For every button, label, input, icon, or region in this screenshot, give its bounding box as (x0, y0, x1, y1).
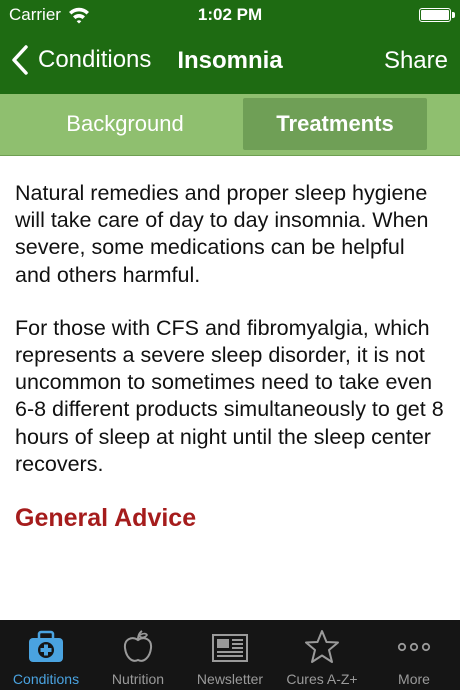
tabbar-item-more[interactable]: More (368, 620, 460, 690)
tabbar-label: Cures A-Z+ (286, 671, 358, 687)
chevron-left-icon (12, 45, 28, 75)
top-bar: Carrier 1:02 PM Conditions Insomnia Shar… (0, 0, 460, 94)
article-paragraph: Natural remedies and proper sleep hygien… (15, 181, 429, 287)
tab-background[interactable]: Background (8, 98, 242, 150)
star-icon (305, 630, 339, 663)
article-paragraph: For those with CFS and fibromyalgia, whi… (15, 315, 444, 476)
tabbar-item-nutrition[interactable]: Nutrition (92, 620, 184, 690)
tabbar-label: More (398, 671, 430, 687)
battery-icon (419, 8, 455, 22)
tabbar-label: Conditions (12, 671, 80, 687)
status-time: 1:02 PM (197, 5, 263, 24)
tab-bar: Conditions Nutrition Newsletter Cures A-… (0, 620, 460, 690)
tabbar-item-newsletter[interactable]: Newsletter (184, 620, 276, 690)
tabbar-item-cures[interactable]: Cures A-Z+ (276, 620, 368, 690)
share-button[interactable]: Share (384, 47, 448, 75)
tabbar-label: Nutrition (111, 671, 165, 687)
segmented-control: Background Treatments (0, 94, 460, 156)
tab-treatments[interactable]: Treatments (243, 98, 427, 150)
apple-icon (123, 630, 153, 662)
section-heading: General Advice (15, 504, 197, 533)
medical-kit-icon (29, 630, 63, 662)
navigation-bar: Conditions Insomnia Share (0, 32, 460, 94)
article-content[interactable]: Natural remedies and proper sleep hygien… (0, 156, 460, 620)
tabbar-label: Newsletter (196, 671, 264, 687)
back-button-label: Conditions (38, 46, 152, 73)
back-button[interactable]: Conditions (10, 44, 151, 76)
newspaper-icon (212, 634, 248, 662)
tabbar-item-conditions[interactable]: Conditions (0, 620, 92, 690)
status-bar: Carrier 1:02 PM (0, 0, 460, 32)
more-dots-icon (397, 642, 431, 652)
